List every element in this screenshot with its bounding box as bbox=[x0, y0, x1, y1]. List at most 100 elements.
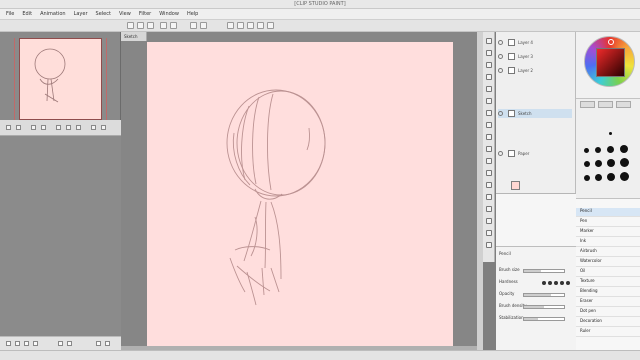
zoom-out-button[interactable] bbox=[6, 125, 11, 130]
airbrush-tool-icon[interactable] bbox=[486, 134, 492, 140]
pen-tool-icon[interactable] bbox=[486, 98, 492, 104]
blend-tool-icon[interactable] bbox=[486, 158, 492, 164]
brush-size-dot[interactable] bbox=[607, 173, 615, 181]
play-button[interactable] bbox=[24, 341, 29, 346]
pencil-tool-icon[interactable] bbox=[486, 110, 492, 116]
grid-button[interactable] bbox=[247, 22, 254, 29]
gradient-tool-icon[interactable] bbox=[486, 182, 492, 188]
menu-edit[interactable]: Edit bbox=[20, 11, 34, 17]
layer-row[interactable]: Layer 4 bbox=[498, 38, 572, 47]
ruler-tool-icon[interactable] bbox=[486, 218, 492, 224]
perspective-button[interactable] bbox=[257, 22, 264, 29]
subtool-item[interactable]: Pen bbox=[576, 218, 640, 227]
eye-icon[interactable] bbox=[498, 40, 503, 45]
text-tool-icon[interactable] bbox=[486, 230, 492, 236]
new-file-button[interactable] bbox=[127, 22, 134, 29]
brush-tab-size[interactable] bbox=[580, 101, 595, 108]
redo-button[interactable] bbox=[170, 22, 177, 29]
rotate-right-button[interactable] bbox=[41, 125, 46, 130]
brush-tab-texture[interactable] bbox=[616, 101, 631, 108]
zoom-in-button[interactable] bbox=[16, 125, 21, 130]
hardness-options[interactable] bbox=[542, 281, 570, 287]
hardness-option[interactable] bbox=[554, 281, 558, 285]
eye-icon[interactable] bbox=[498, 111, 503, 116]
menu-window[interactable]: Window bbox=[157, 11, 181, 17]
brush-size-dot[interactable] bbox=[584, 161, 590, 167]
figure-tool-icon[interactable] bbox=[486, 194, 492, 200]
fill-tool-icon[interactable] bbox=[486, 170, 492, 176]
subtool-item[interactable]: Watercolor bbox=[576, 258, 640, 267]
hardness-option[interactable] bbox=[548, 281, 552, 285]
subtool-item[interactable]: Ink bbox=[576, 238, 640, 247]
first-frame-button[interactable] bbox=[6, 341, 11, 346]
brush-tab-preset[interactable] bbox=[598, 101, 613, 108]
menu-filter[interactable]: Filter bbox=[137, 11, 153, 17]
drawing-canvas[interactable] bbox=[147, 42, 453, 348]
brush-size-dot[interactable] bbox=[595, 160, 602, 167]
subtool-item[interactable]: Decoration bbox=[576, 318, 640, 327]
brush-size-dot[interactable] bbox=[607, 146, 614, 153]
menu-select[interactable]: Select bbox=[94, 11, 113, 17]
ruler-button[interactable] bbox=[237, 22, 244, 29]
subtool-item-selected[interactable]: Pencil bbox=[576, 208, 640, 217]
timeline-settings-button[interactable] bbox=[105, 341, 110, 346]
subtool-item[interactable]: Ruler bbox=[576, 328, 640, 337]
onion-skin-button[interactable] bbox=[96, 341, 101, 346]
zoom-slider[interactable] bbox=[101, 125, 106, 130]
brush-size-dot[interactable] bbox=[620, 158, 629, 167]
brush-size-dot[interactable] bbox=[607, 159, 615, 167]
snap-button[interactable] bbox=[227, 22, 234, 29]
lasso-tool-icon[interactable] bbox=[486, 74, 492, 80]
menu-layer[interactable]: Layer bbox=[72, 11, 90, 17]
flip-button[interactable] bbox=[267, 22, 274, 29]
fit-button[interactable] bbox=[56, 125, 61, 130]
brush-size-dot[interactable] bbox=[584, 148, 589, 153]
panel-settings-button[interactable] bbox=[91, 125, 96, 130]
brush-size-dot[interactable] bbox=[584, 175, 590, 181]
selection-tool-icon[interactable] bbox=[486, 62, 492, 68]
subtool-item[interactable]: Texture bbox=[576, 278, 640, 287]
open-file-button[interactable] bbox=[137, 22, 144, 29]
brush-size-dot[interactable] bbox=[595, 174, 602, 181]
frame-tool-icon[interactable] bbox=[486, 206, 492, 212]
rotate-left-button[interactable] bbox=[31, 125, 36, 130]
menu-animation[interactable]: Animation bbox=[38, 11, 68, 17]
layer-row-selected[interactable]: Sketch bbox=[498, 109, 572, 118]
opacity-slider[interactable] bbox=[523, 293, 565, 297]
brush-size-dot[interactable] bbox=[595, 147, 601, 153]
undo-button[interactable] bbox=[160, 22, 167, 29]
eyedropper-tool-icon[interactable] bbox=[486, 86, 492, 92]
subtool-item[interactable]: Dot pen bbox=[576, 308, 640, 317]
transform-button[interactable] bbox=[200, 22, 207, 29]
layer-row[interactable]: Layer 2 bbox=[498, 66, 572, 75]
correct-line-tool-icon[interactable] bbox=[486, 242, 492, 248]
flip-horizontal-button[interactable] bbox=[66, 125, 71, 130]
subtool-item[interactable]: Airbrush bbox=[576, 248, 640, 257]
save-button[interactable] bbox=[147, 22, 154, 29]
zoom-tool-icon[interactable] bbox=[486, 50, 492, 56]
menu-help[interactable]: Help bbox=[185, 11, 200, 17]
brush-size-dot[interactable] bbox=[620, 172, 629, 181]
color-wheel[interactable] bbox=[584, 36, 635, 87]
eye-icon[interactable] bbox=[498, 151, 503, 156]
brush-size-slider[interactable] bbox=[523, 269, 565, 273]
density-slider[interactable] bbox=[523, 305, 565, 309]
move-tool-icon[interactable] bbox=[486, 38, 492, 44]
add-cel-button[interactable] bbox=[58, 341, 63, 346]
saturation-value-box[interactable] bbox=[596, 48, 625, 77]
brush-tool-icon[interactable] bbox=[486, 122, 492, 128]
navigator-preview[interactable] bbox=[19, 38, 102, 120]
hardness-option[interactable] bbox=[566, 281, 570, 285]
subtool-item[interactable]: Blending bbox=[576, 288, 640, 297]
subtool-item[interactable]: Eraser bbox=[576, 298, 640, 307]
delete-cel-button[interactable] bbox=[67, 341, 72, 346]
eye-icon[interactable] bbox=[498, 54, 503, 59]
prev-frame-button[interactable] bbox=[15, 341, 20, 346]
layer-row[interactable]: Layer 3 bbox=[498, 52, 572, 61]
brush-size-dot[interactable] bbox=[620, 145, 628, 153]
layer-row[interactable]: Paper bbox=[498, 149, 572, 158]
menu-view[interactable]: View bbox=[117, 11, 133, 17]
menu-file[interactable]: File bbox=[4, 11, 16, 17]
hardness-option[interactable] bbox=[560, 281, 564, 285]
hardness-option[interactable] bbox=[542, 281, 546, 285]
